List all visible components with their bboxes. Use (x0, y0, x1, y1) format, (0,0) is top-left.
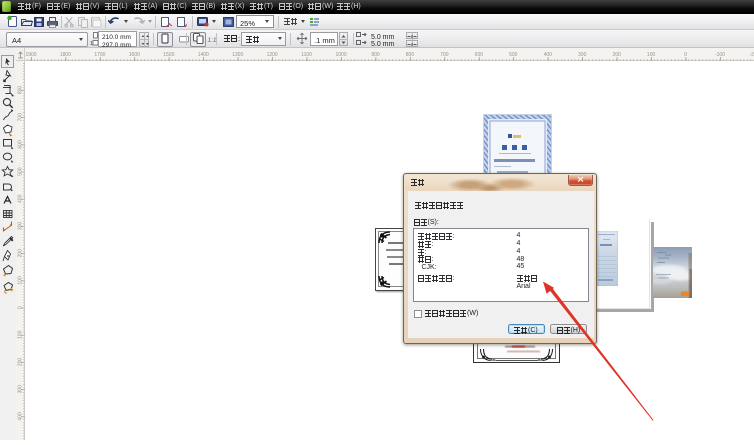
svg-text:100: 100 (18, 330, 24, 339)
svg-text:300: 300 (18, 385, 24, 394)
svg-text:400: 400 (18, 194, 24, 203)
svg-text:800: 800 (18, 86, 24, 95)
svg-text:0: 0 (18, 306, 24, 309)
svg-text:200: 200 (18, 358, 24, 367)
svg-text:500: 500 (18, 167, 24, 176)
svg-text:600: 600 (18, 140, 24, 149)
svg-text:1: 1 (90, 41, 93, 47)
svg-text:-200: -200 (749, 52, 754, 58)
svg-text:300: 300 (18, 222, 24, 231)
svg-text:400: 400 (18, 412, 24, 421)
svg-text:200: 200 (18, 249, 24, 258)
svg-text:100: 100 (18, 276, 24, 285)
svg-text:700: 700 (18, 113, 24, 122)
